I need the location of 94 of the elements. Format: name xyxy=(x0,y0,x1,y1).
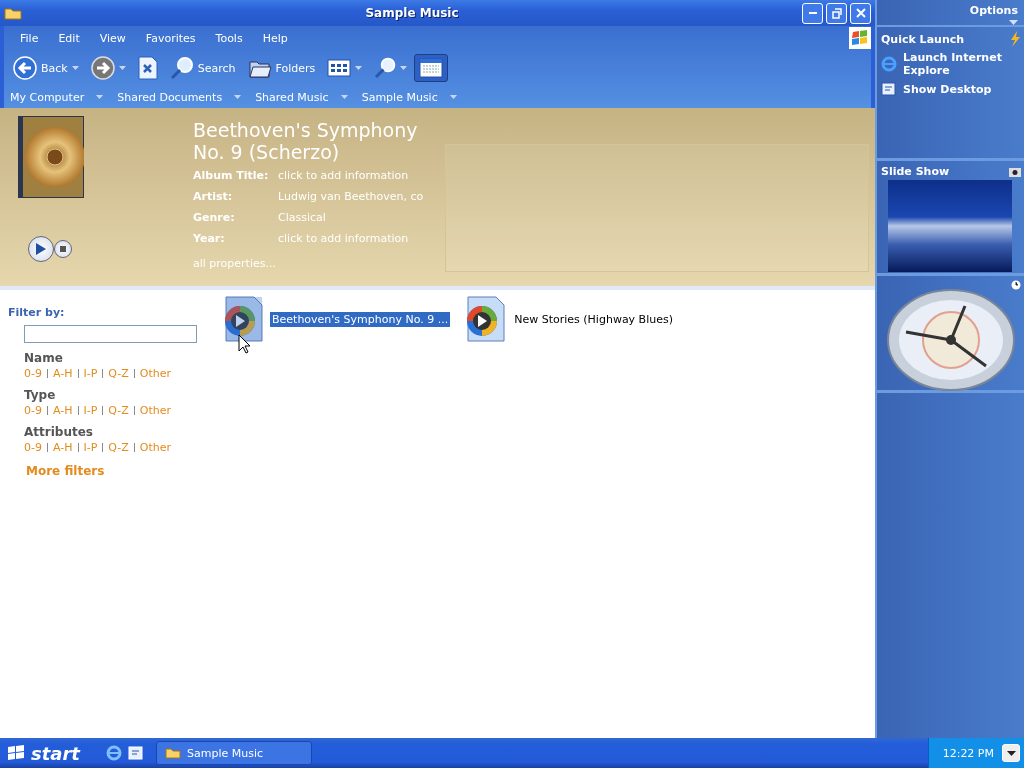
folders-button[interactable]: Folders xyxy=(242,53,321,83)
caret-icon xyxy=(1006,750,1016,756)
menu-item[interactable]: File xyxy=(10,31,49,45)
windows-flag-icon xyxy=(849,27,871,49)
breadcrumb-item[interactable]: My Computer xyxy=(10,90,85,104)
media-file-icon xyxy=(222,296,264,342)
menu-item[interactable]: View xyxy=(89,31,136,45)
show-sidebar-button[interactable] xyxy=(1002,744,1020,762)
filter-field[interactable] xyxy=(24,325,197,343)
play-icon xyxy=(36,243,46,255)
property-value[interactable]: click to add information xyxy=(278,232,409,245)
filter-group-title: Attributes xyxy=(24,425,94,439)
section-title: Slide Show xyxy=(881,165,950,178)
filter-link[interactable]: 0-9 xyxy=(24,367,42,380)
filter-link[interactable]: Other xyxy=(139,404,172,417)
windows-flag-icon xyxy=(6,744,26,762)
breadcrumb-item[interactable]: Shared Documents xyxy=(117,90,223,104)
magnifier-icon xyxy=(374,57,397,79)
menu-item[interactable]: Edit xyxy=(48,31,90,45)
panel-button[interactable] xyxy=(414,54,449,82)
filter-link[interactable]: Other xyxy=(139,367,172,380)
desktop-icon[interactable] xyxy=(128,745,144,761)
dropdown-caret-icon xyxy=(71,66,79,70)
restore-icon xyxy=(830,7,843,19)
filter-link[interactable]: A-H xyxy=(52,404,73,417)
stop-icon xyxy=(60,246,66,252)
property-label: Artist: xyxy=(193,190,234,203)
property-value[interactable]: Ludwig van Beethoven, co xyxy=(278,190,424,203)
preview-pane-icon xyxy=(419,58,444,78)
filter-group-title: Type xyxy=(24,388,57,402)
file-name[interactable]: New Stories (Highway Blues) xyxy=(512,311,675,327)
window-title: Sample Music xyxy=(364,6,460,20)
lightning-icon xyxy=(1009,31,1021,47)
filter-link[interactable]: I-P xyxy=(83,441,98,454)
file-name[interactable]: Beethoven's Symphony No. 9 ... xyxy=(270,311,451,327)
search-icon xyxy=(169,56,194,80)
quick-launch-item[interactable]: Launch Internet Explore xyxy=(881,51,1024,77)
filter-link[interactable]: I-P xyxy=(83,367,98,380)
menu-item[interactable]: Tools xyxy=(205,31,253,45)
filter-link[interactable]: Q-Z xyxy=(108,367,129,380)
minimize-button[interactable] xyxy=(802,2,823,24)
dropdown-caret-icon xyxy=(1009,20,1018,25)
camera-icon xyxy=(1009,166,1021,177)
media-file-icon xyxy=(464,296,507,342)
filter-link[interactable]: I-P xyxy=(83,404,98,417)
property-label: Album Title: xyxy=(193,169,270,182)
folder-icon xyxy=(165,747,181,759)
filter-link[interactable]: 0-9 xyxy=(24,441,42,454)
filter-link[interactable]: A-H xyxy=(52,367,73,380)
stop-button[interactable] xyxy=(54,240,72,258)
quick-launch-item[interactable]: Show Desktop xyxy=(881,81,1024,97)
property-label: Year: xyxy=(193,232,226,245)
clock-icon xyxy=(1011,280,1021,290)
filter-link[interactable]: A-H xyxy=(52,441,73,454)
mouse-pointer-icon xyxy=(238,334,251,354)
filter-link[interactable]: Q-Z xyxy=(108,441,129,454)
more-filters-link[interactable]: More filters xyxy=(26,464,105,478)
folder-icon xyxy=(4,6,22,20)
property-value[interactable]: click to add information xyxy=(278,169,409,182)
desktop-icon xyxy=(881,81,897,97)
document-x-icon xyxy=(137,56,158,80)
clock: 12:22 PM xyxy=(942,746,994,760)
search-button[interactable]: Search xyxy=(164,52,241,84)
filter-link[interactable]: Other xyxy=(139,441,172,454)
close-button[interactable] xyxy=(850,2,871,24)
dropdown-caret-icon xyxy=(96,95,104,99)
back-button[interactable]: Back xyxy=(8,52,84,84)
play-button[interactable] xyxy=(28,236,54,262)
options-menu[interactable]: Options xyxy=(969,4,1018,17)
property-label: Genre: xyxy=(193,211,236,224)
section-title: Quick Launch xyxy=(881,32,965,46)
grid-view-icon xyxy=(327,59,352,77)
track-title: Beethoven's Symphony No. 9 (Scherzo) xyxy=(193,119,419,163)
menu-item[interactable]: Favorites xyxy=(135,31,206,45)
menu-item[interactable]: Help xyxy=(252,31,298,45)
dropdown-caret-icon xyxy=(340,95,348,99)
taskbar-button[interactable]: Sample Music xyxy=(156,741,312,765)
restore-button[interactable] xyxy=(826,2,847,24)
close-icon xyxy=(854,7,867,19)
minimize-icon xyxy=(808,12,817,14)
dropdown-caret-icon xyxy=(234,95,242,99)
property-value[interactable]: Classical xyxy=(278,211,326,224)
start-button[interactable]: start xyxy=(0,738,98,768)
breadcrumb-item[interactable]: Shared Music xyxy=(255,90,329,104)
filter-heading: Filter by: xyxy=(8,306,66,319)
filter-link[interactable]: Q-Z xyxy=(108,404,129,417)
dropdown-caret-icon xyxy=(355,66,363,70)
filter-group-title: Name xyxy=(24,351,64,365)
filter-link[interactable]: 0-9 xyxy=(24,404,42,417)
breadcrumb-item[interactable]: Sample Music xyxy=(361,90,438,104)
dropdown-caret-icon xyxy=(400,66,408,70)
dropdown-caret-icon xyxy=(449,95,457,99)
dropdown-caret-icon xyxy=(118,66,126,70)
all-properties-link[interactable]: all properties... xyxy=(193,257,276,270)
